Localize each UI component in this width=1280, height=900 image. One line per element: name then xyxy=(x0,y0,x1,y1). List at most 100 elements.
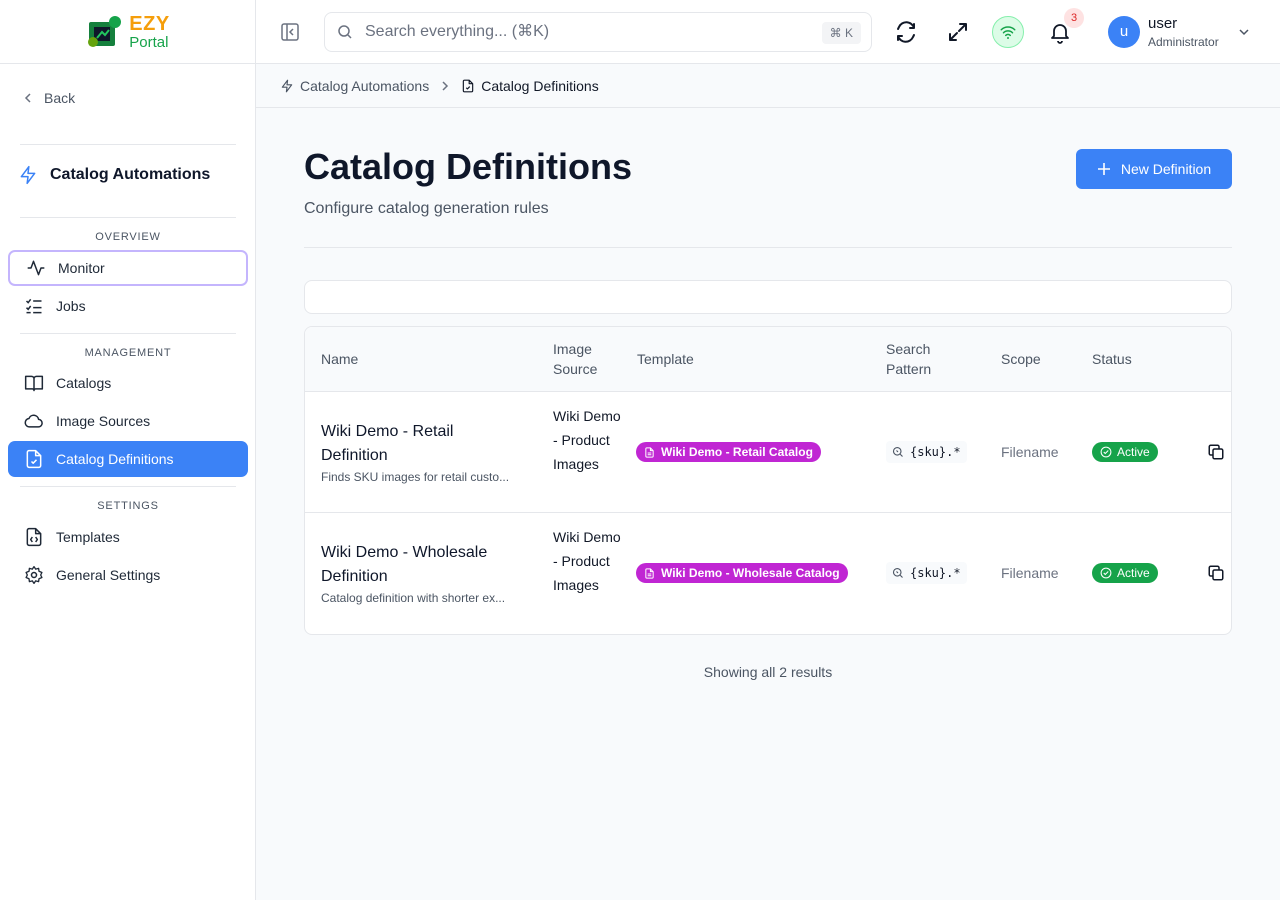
group-label-management: MANAGEMENT xyxy=(84,347,172,359)
breadcrumb-parent-label: Catalog Automations xyxy=(300,77,430,94)
logo-brand: EZY xyxy=(129,12,170,35)
table-header: Name Image Source Template Search Patter… xyxy=(305,327,1231,392)
copy-icon[interactable] xyxy=(1207,564,1225,582)
sidebar-divider xyxy=(20,486,236,487)
group-label-settings: SETTINGS xyxy=(97,500,159,512)
definition-description: Finds SKU images for retail custo... xyxy=(321,470,510,484)
image-source: Wiki Demo - Product Images xyxy=(553,529,621,593)
check-circle-icon xyxy=(1100,446,1112,458)
content-divider xyxy=(304,247,1232,248)
breadcrumb-parent[interactable]: Catalog Automations xyxy=(280,78,429,94)
image-source: Wiki Demo - Product Images xyxy=(553,408,621,472)
new-definition-button[interactable]: New Definition xyxy=(1076,149,1232,189)
search-bar[interactable]: ⌘ K xyxy=(324,12,872,52)
lightning-icon xyxy=(281,79,293,92)
scope: Filename xyxy=(1001,444,1059,460)
breadcrumb: Catalog Automations Catalog Definitions xyxy=(256,64,1280,108)
breadcrumb-current-label: Catalog Definitions xyxy=(481,77,599,94)
file-code-icon xyxy=(26,527,42,547)
sidebar-divider xyxy=(20,217,236,218)
logo[interactable]: EZY Portal xyxy=(0,0,255,64)
file-check-icon xyxy=(26,449,42,469)
sidebar-item-label: Templates xyxy=(56,529,120,545)
template-badge[interactable]: Wiki Demo - Retail Catalog xyxy=(636,442,821,462)
filter-bar[interactable] xyxy=(304,280,1232,314)
expand-icon[interactable] xyxy=(946,20,970,44)
gear-icon xyxy=(25,566,43,584)
search-icon xyxy=(338,25,352,39)
sidebar-item-label: Monitor xyxy=(58,260,105,276)
list-checks-icon xyxy=(25,298,42,314)
avatar[interactable]: u xyxy=(1108,16,1140,48)
template-label: Wiki Demo - Retail Catalog xyxy=(661,445,813,459)
sidebar-item-catalog-definitions[interactable]: Catalog Definitions xyxy=(8,441,248,477)
sidebar-divider xyxy=(20,144,236,145)
sidebar-item-image-sources[interactable]: Image Sources xyxy=(8,403,248,439)
user-role: Administrator xyxy=(1148,35,1219,49)
group-label-overview: OVERVIEW xyxy=(95,231,161,243)
header-template[interactable]: Template xyxy=(637,349,694,369)
sidebar-item-label: Catalogs xyxy=(56,375,112,391)
chevron-left-icon xyxy=(24,93,31,103)
sidebar-divider xyxy=(20,333,236,334)
sidebar-item-label: Catalog Definitions xyxy=(56,451,174,467)
copy-icon[interactable] xyxy=(1207,443,1225,461)
sidebar-item-label: Image Sources xyxy=(56,413,151,429)
sidebar-item-templates[interactable]: Templates xyxy=(8,519,248,555)
new-definition-label: New Definition xyxy=(1120,161,1212,177)
table-row[interactable]: Wiki Demo - Wholesale Definition Catalog… xyxy=(305,513,1231,634)
search-code-icon xyxy=(892,446,903,457)
header-name[interactable]: Name xyxy=(321,349,358,369)
search-input[interactable] xyxy=(365,23,785,41)
logo-product: Portal xyxy=(129,33,169,51)
sidebar: EZY Portal Back Catalog Automations OVER… xyxy=(0,0,256,900)
header-status[interactable]: Status xyxy=(1092,349,1132,369)
plus-icon xyxy=(1097,163,1110,175)
table-row[interactable]: Wiki Demo - Retail Definition Finds SKU … xyxy=(305,392,1231,513)
results-count: Showing all 2 results xyxy=(703,664,833,680)
definition-name[interactable]: Wiki Demo - Retail Definition xyxy=(321,420,521,468)
sidebar-item-catalogs[interactable]: Catalogs xyxy=(8,365,248,401)
book-open-icon xyxy=(24,375,44,392)
status-badge: Active xyxy=(1092,442,1158,462)
file-text-icon xyxy=(645,446,654,458)
header-scope[interactable]: Scope xyxy=(1001,349,1041,369)
sidebar-item-general-settings[interactable]: General Settings xyxy=(8,557,248,593)
search-shortcut: ⌘ K xyxy=(821,22,861,44)
wifi-icon xyxy=(1000,26,1016,39)
search-code-icon xyxy=(892,567,903,578)
status-label: Active xyxy=(1117,566,1150,580)
sidebar-item-label: General Settings xyxy=(56,567,161,583)
header-image-source[interactable]: Image Source xyxy=(553,339,613,379)
status-label: Active xyxy=(1117,445,1150,459)
user-name[interactable]: user xyxy=(1148,15,1177,32)
sidebar-item-label: Jobs xyxy=(56,298,86,314)
sidebar-item-jobs[interactable]: Jobs xyxy=(8,288,248,324)
search-pattern-value: {sku}.* xyxy=(910,566,961,580)
back-link[interactable]: Back xyxy=(22,90,75,106)
chevron-down-icon[interactable] xyxy=(1238,26,1250,38)
file-text-icon xyxy=(645,567,654,579)
header-search-pattern[interactable]: Search Pattern xyxy=(886,339,946,379)
section-title: Catalog Automations xyxy=(18,165,210,185)
file-check-icon xyxy=(462,79,474,92)
page-subtitle: Configure catalog generation rules xyxy=(304,200,549,217)
status-badge: Active xyxy=(1092,563,1158,583)
sidebar-toggle-icon[interactable] xyxy=(280,22,300,42)
refresh-icon[interactable] xyxy=(894,20,918,44)
definition-name[interactable]: Wiki Demo - Wholesale Definition xyxy=(321,541,521,589)
top-bar: ⌘ K 3 u user Administrator xyxy=(256,0,1280,64)
notification-badge: 3 xyxy=(1064,8,1084,28)
template-badge[interactable]: Wiki Demo - Wholesale Catalog xyxy=(636,563,848,583)
sidebar-item-monitor[interactable]: Monitor xyxy=(8,250,248,286)
search-pattern: {sku}.* xyxy=(886,562,967,584)
search-pattern-value: {sku}.* xyxy=(910,445,961,459)
back-label: Back xyxy=(44,90,76,106)
lightning-icon xyxy=(20,165,36,185)
scope: Filename xyxy=(1001,565,1059,581)
breadcrumb-current: Catalog Definitions xyxy=(461,78,599,94)
activity-icon xyxy=(27,260,45,276)
search-pattern: {sku}.* xyxy=(886,441,967,463)
definition-description: Catalog definition with shorter ex... xyxy=(321,591,506,605)
connection-status[interactable] xyxy=(992,16,1024,48)
